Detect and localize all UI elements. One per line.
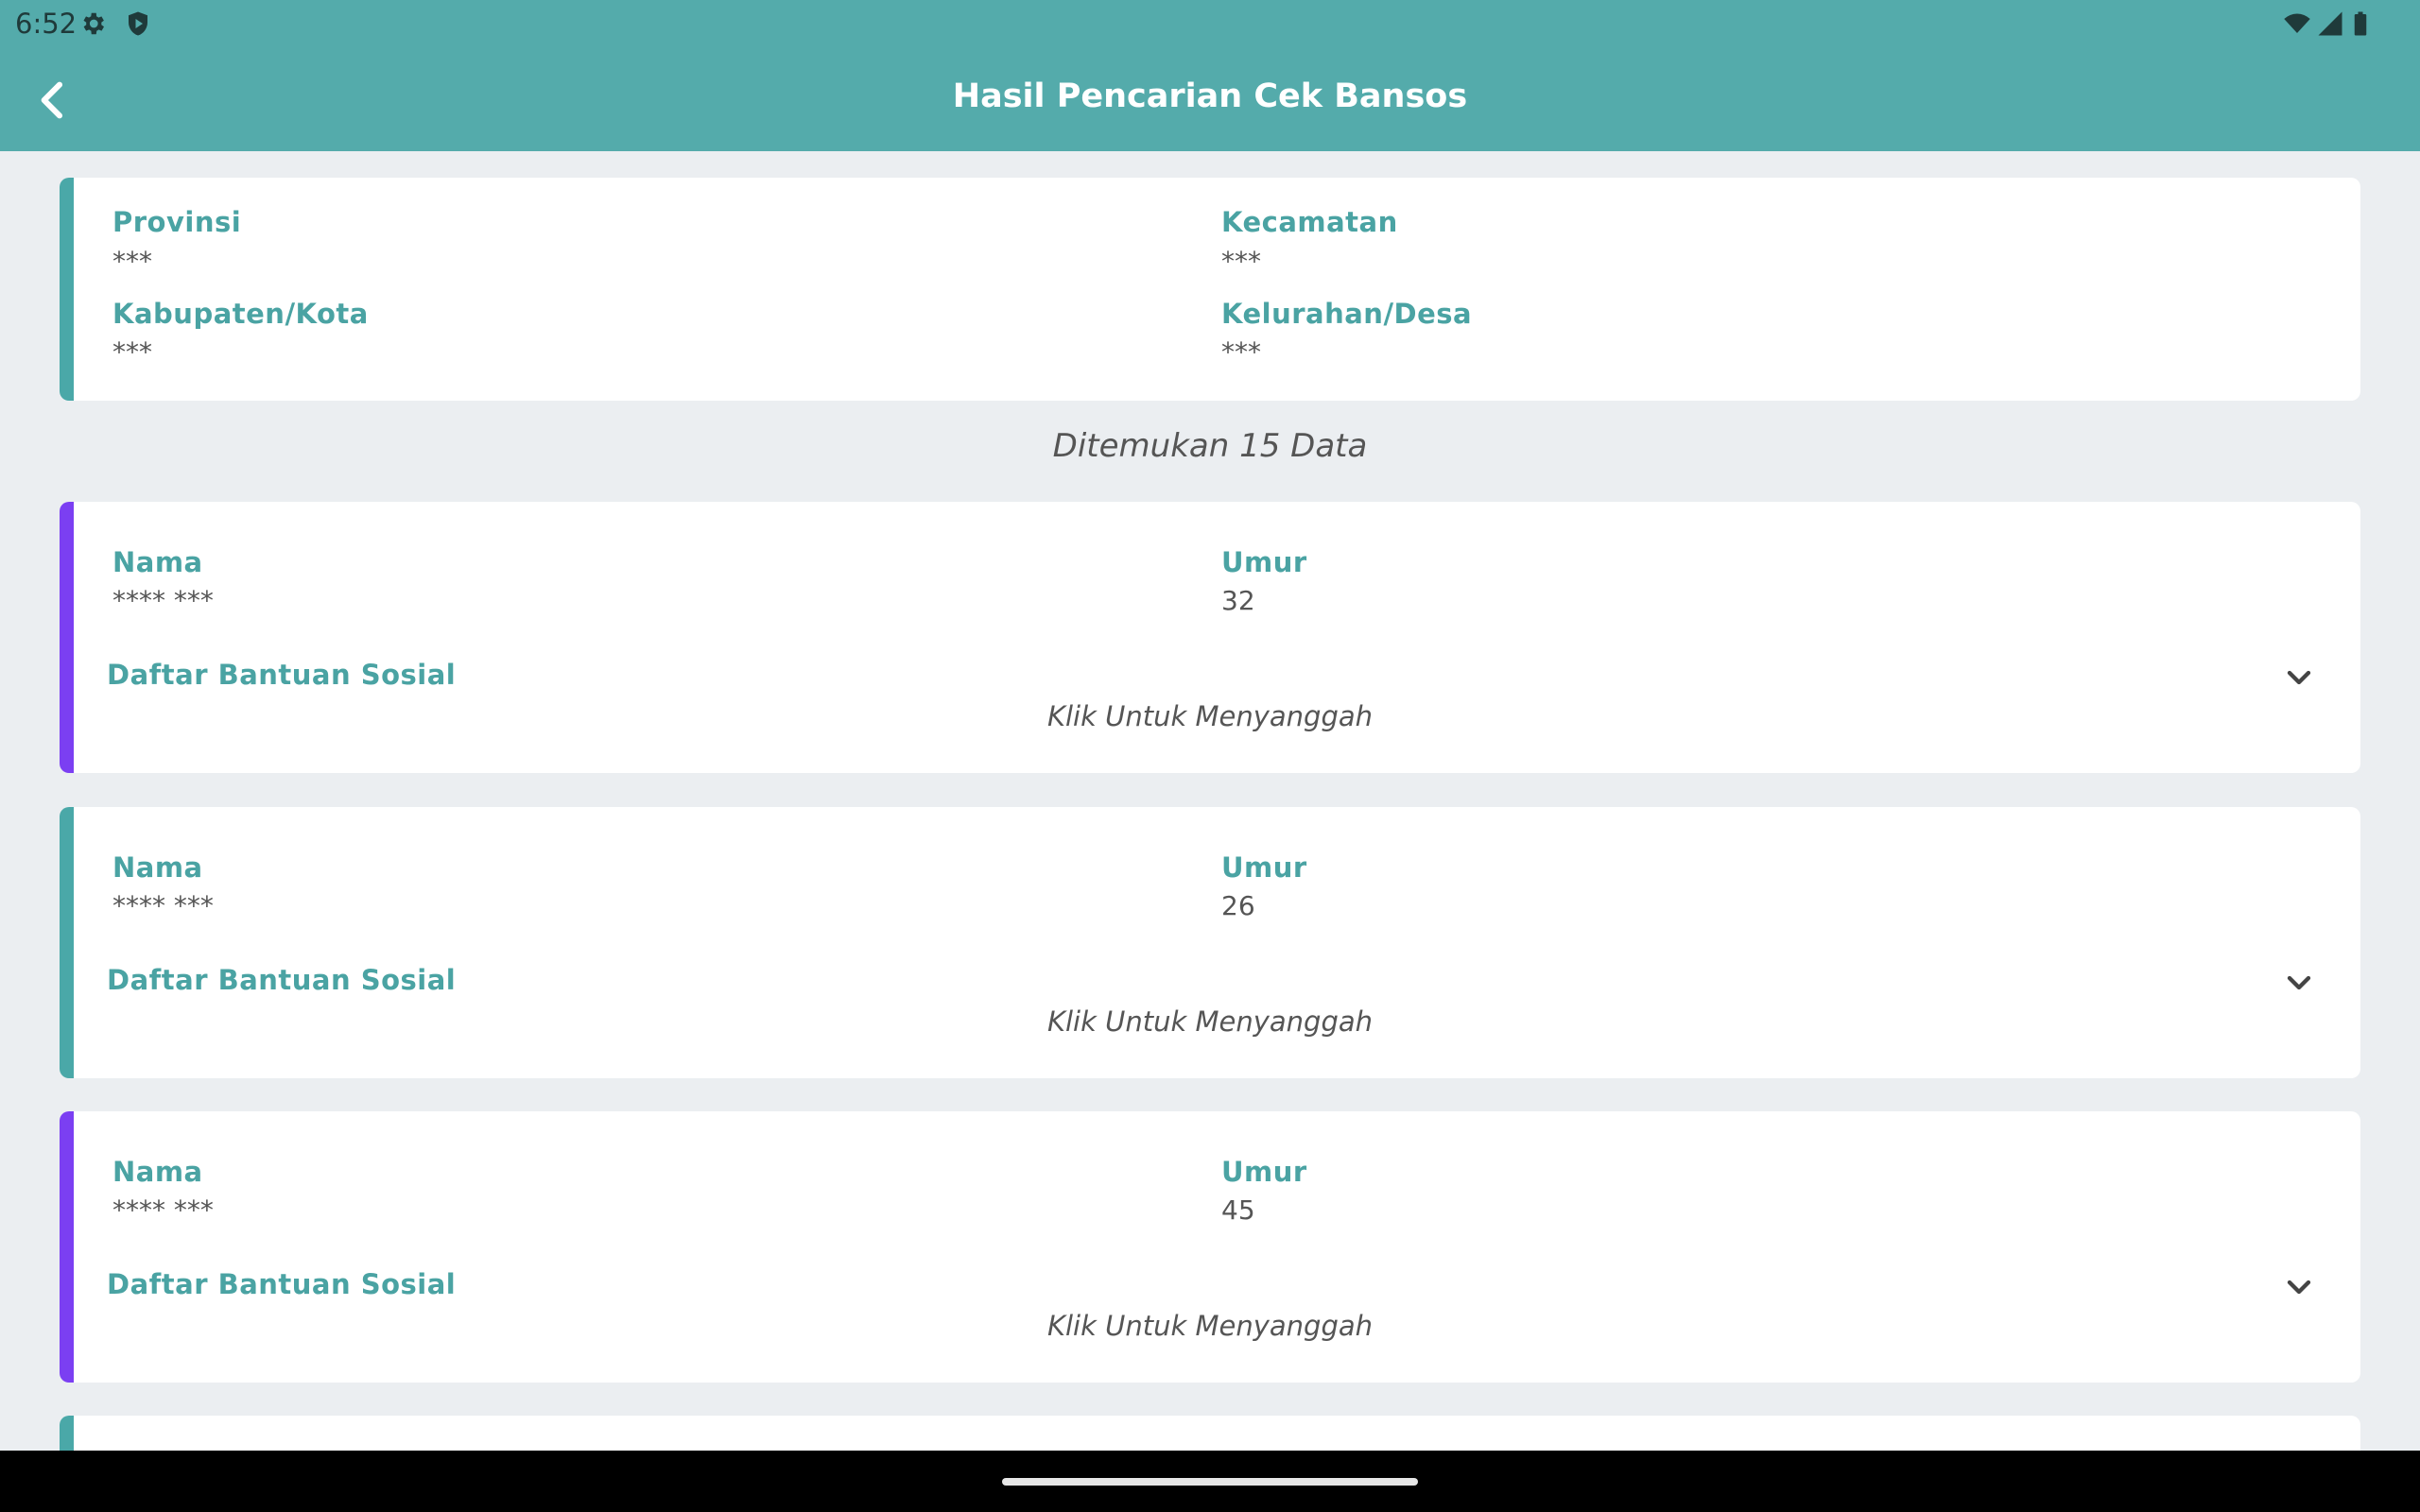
card-accent (60, 178, 74, 401)
nama-value: **** *** (112, 890, 214, 921)
home-gesture-handle[interactable] (1002, 1478, 1418, 1486)
chevron-down-icon[interactable] (2280, 1268, 2318, 1306)
kabupaten-value: *** (112, 336, 152, 368)
dispute-link[interactable]: Klik Untuk Menyanggah (60, 1005, 2360, 1038)
shield-play-icon (129, 11, 147, 36)
kecamatan-label: Kecamatan (1221, 206, 1398, 238)
provinsi-label: Provinsi (112, 206, 242, 238)
app-bar: Hasil Pencarian Cek Bansos (0, 47, 2420, 151)
status-time: 6:52 (15, 8, 78, 40)
signal-icon (2318, 11, 2342, 36)
umur-value: 32 (1221, 585, 1255, 616)
result-card[interactable]: Nama **** *** Umur 32 Daftar Bantuan Sos… (60, 502, 2360, 773)
bansos-list-label[interactable]: Daftar Bantuan Sosial (107, 1268, 456, 1300)
gear-icon (83, 12, 104, 35)
kabupaten-label: Kabupaten/Kota (112, 298, 369, 330)
dispute-link[interactable]: Klik Untuk Menyanggah (60, 1310, 2360, 1342)
nama-value: **** *** (112, 1194, 214, 1226)
umur-label: Umur (1221, 1156, 1307, 1188)
nama-label: Nama (112, 851, 203, 884)
battery-icon (2354, 11, 2367, 36)
bansos-list-label[interactable]: Daftar Bantuan Sosial (107, 659, 456, 691)
kecamatan-value: *** (1221, 246, 1261, 277)
wifi-icon (2284, 13, 2310, 33)
results-count: Ditemukan 15 Data (1052, 427, 1368, 465)
umur-value: 26 (1221, 890, 1255, 921)
result-card[interactable]: Nama **** *** Umur 45 Daftar Bantuan Sos… (60, 1111, 2360, 1383)
status-bar: 6:52 (0, 0, 2420, 47)
nama-label: Nama (112, 546, 203, 578)
result-card[interactable]: Nama **** *** Umur 26 Daftar Bantuan Sos… (60, 807, 2360, 1078)
umur-value: 45 (1221, 1194, 1255, 1226)
dispute-link[interactable]: Klik Untuk Menyanggah (60, 700, 2360, 732)
kelurahan-value: *** (1221, 336, 1261, 368)
bansos-list-label[interactable]: Daftar Bantuan Sosial (107, 964, 456, 996)
navigation-bar (0, 1451, 2420, 1512)
umur-label: Umur (1221, 546, 1307, 578)
umur-label: Umur (1221, 851, 1307, 884)
chevron-down-icon[interactable] (2280, 964, 2318, 1002)
location-card: Provinsi *** Kabupaten/Kota *** Kecamata… (60, 178, 2360, 401)
chevron-down-icon[interactable] (2280, 659, 2318, 696)
kelurahan-label: Kelurahan/Desa (1221, 298, 1473, 330)
page-title: Hasil Pencarian Cek Bansos (952, 77, 1468, 115)
nama-value: **** *** (112, 585, 214, 616)
provinsi-value: *** (112, 246, 152, 277)
nama-label: Nama (112, 1156, 203, 1188)
